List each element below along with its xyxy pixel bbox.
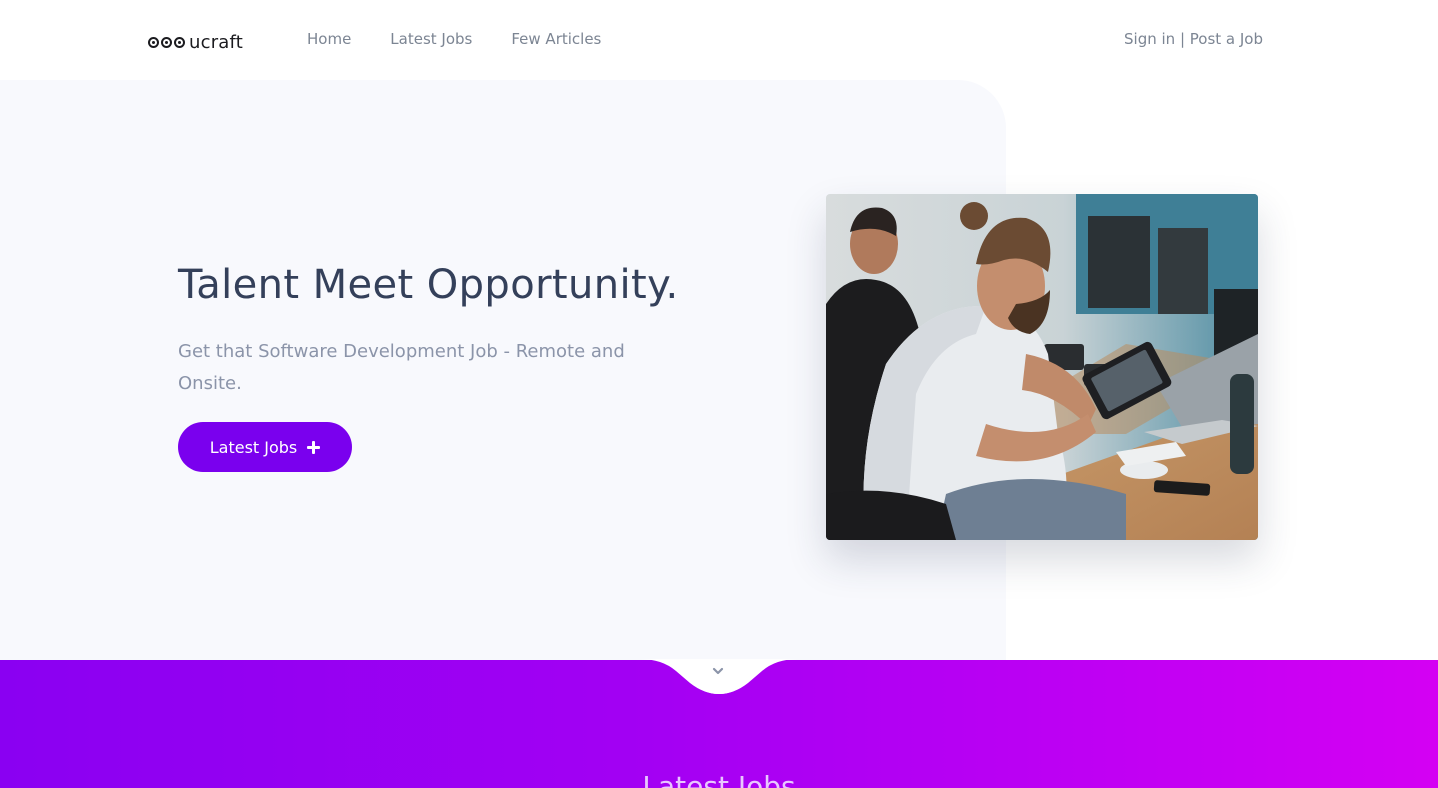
- post-job-link[interactable]: Post a Job: [1190, 30, 1263, 48]
- logo-text: ucraft: [189, 31, 244, 53]
- chevron-down-icon[interactable]: [712, 666, 724, 676]
- hero-title: Talent Meet Opportunity.: [178, 262, 679, 308]
- latest-jobs-button-label: Latest Jobs: [209, 437, 298, 457]
- logo-mark-icon: [148, 36, 187, 48]
- logo[interactable]: ucraft: [148, 30, 243, 54]
- hero-photo: [826, 194, 1258, 540]
- plus-icon: [307, 440, 321, 454]
- auth-links: Sign in | Post a Job: [1124, 30, 1263, 48]
- hero-subtitle: Get that Software Development Job - Remo…: [178, 341, 625, 394]
- site-header: ucraft Home Latest Jobs Few Articles Sig…: [0, 0, 1438, 80]
- nav-link-home[interactable]: Home: [307, 30, 351, 48]
- section-notch: [640, 659, 798, 694]
- nav-link-latest-jobs[interactable]: Latest Jobs: [390, 30, 472, 48]
- nav-link-few-articles[interactable]: Few Articles: [511, 30, 601, 48]
- sign-in-link[interactable]: Sign in: [1124, 30, 1175, 48]
- auth-separator: |: [1175, 30, 1190, 48]
- main-nav: Home Latest Jobs Few Articles: [307, 30, 640, 48]
- latest-jobs-heading: Latest Jobs: [642, 770, 796, 788]
- page: ucraft Home Latest Jobs Few Articles Sig…: [0, 0, 1438, 788]
- latest-jobs-button[interactable]: Latest Jobs: [178, 422, 352, 472]
